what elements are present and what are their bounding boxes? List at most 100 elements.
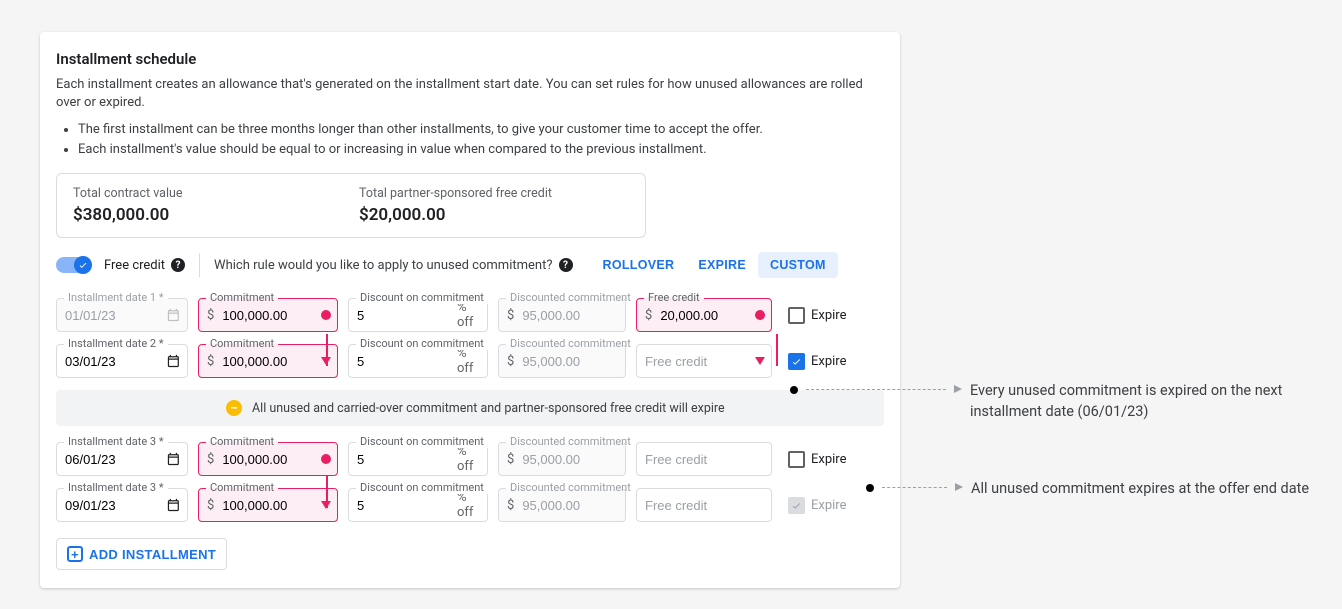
date-input[interactable] [57,308,166,323]
free-credit-field[interactable]: Free credit $ [636,298,772,332]
date-label: Installment date 1 * [64,291,168,304]
discounted-commitment-field: Discounted commitment $ [498,298,626,332]
total-contract-label: Total contract value [73,186,343,201]
expire-checkbox[interactable] [788,307,805,324]
installment-row: Installment date 1 * Commitment $ Discou… [56,292,884,338]
plus-icon: + [67,546,83,562]
date-label: Installment date 3 * [64,481,168,494]
help-icon[interactable]: ? [171,258,185,272]
annotation-line [806,389,946,390]
calendar-icon [166,496,181,514]
discount-input[interactable] [349,354,457,369]
expire-control[interactable]: Expire [788,451,846,468]
date-label: Installment date 3 * [64,435,168,448]
free-credit-input[interactable] [652,308,771,323]
divider [199,253,200,277]
date-input[interactable] [57,354,166,369]
free-credit-field[interactable] [636,488,772,522]
expire-control[interactable]: Expire [788,307,846,324]
pct-off-suffix: % off [457,490,487,520]
highlight-line [776,334,778,366]
currency-prefix: $ [637,308,652,323]
expire-checkbox[interactable] [788,353,805,370]
installment-date-field[interactable]: Installment date 1 * [56,298,188,332]
free-credit-input[interactable] [637,354,771,369]
highlight-line [326,476,328,508]
highlight-dot-icon [321,454,331,464]
discount-field[interactable]: Discount on commitment % off [348,298,488,332]
commitment-field[interactable]: Commitment $ [198,442,338,476]
commitment-input[interactable] [214,354,337,369]
commitment-input[interactable] [214,308,337,323]
annotation: All unused commitment expires at the off… [866,478,1309,499]
calendar-icon [166,306,181,324]
expire-control[interactable]: Expire [788,353,846,370]
discount-input[interactable] [349,452,457,467]
highlight-line [326,334,328,366]
commitment-label: Commitment [206,337,278,350]
summary-box: Total contract value $380,000.00 Total p… [56,173,646,238]
discounted-label: Discounted commitment [506,481,635,494]
discount-label: Discount on commitment [356,435,488,448]
help-icon[interactable]: ? [559,258,573,272]
installment-date-field[interactable]: Installment date 2 * [56,344,188,378]
expire-button[interactable]: EXPIRE [686,252,758,278]
free-credit-field[interactable] [636,344,772,378]
discounted-input [514,308,625,323]
commitment-input[interactable] [214,452,337,467]
check-icon [78,260,88,270]
currency-prefix: $ [499,354,514,369]
total-freecredit-value: $20,000.00 [359,205,629,225]
date-label: Installment date 2 * [64,337,168,350]
total-freecredit-label: Total partner-sponsored free credit [359,186,629,201]
card-title: Installment schedule [56,50,884,68]
commitment-label: Commitment [206,481,278,494]
free-credit-input[interactable] [637,452,771,467]
rule-bar: Free credit ? Which rule would you like … [56,252,884,278]
expire-checkbox [788,497,805,514]
commitment-input[interactable] [214,498,337,513]
free-credit-input[interactable] [637,498,771,513]
currency-prefix: $ [499,498,514,513]
installment-date-field[interactable]: Installment date 3 * [56,442,188,476]
installment-date-field[interactable]: Installment date 3 * [56,488,188,522]
discount-label: Discount on commitment [356,337,488,350]
annotation-bullet-icon [866,484,874,492]
calendar-icon [166,352,181,370]
add-installment-button[interactable]: + ADD INSTALLMENT [56,538,227,570]
commitment-field[interactable]: Commitment $ [198,488,338,522]
expire-checkbox[interactable] [788,451,805,468]
commitment-field[interactable]: Commitment $ [198,344,338,378]
note-item: Each installment's value should be equal… [78,140,884,160]
discount-field[interactable]: Discount on commitment % off [348,442,488,476]
discount-label: Discount on commitment [356,481,488,494]
discounted-input [514,354,625,369]
banner-text: All unused and carried-over commitment a… [252,401,725,416]
date-input[interactable] [57,498,166,513]
free-credit-toggle[interactable] [56,257,90,273]
expire-banner: – All unused and carried-over commitment… [56,390,884,426]
discount-input[interactable] [349,498,457,513]
notes-list: The first installment can be three month… [56,120,884,159]
calendar-icon [166,450,181,468]
discount-field[interactable]: Discount on commitment % off [348,488,488,522]
commitment-field[interactable]: Commitment $ [198,298,338,332]
discounted-commitment-field: Discounted commitment $ [498,442,626,476]
rollover-button[interactable]: ROLLOVER [591,252,687,278]
discounted-input [514,452,625,467]
installment-rows: Installment date 1 * Commitment $ Discou… [56,292,884,528]
free-credit-field[interactable] [636,442,772,476]
annotation: Every unused commitment is expired on th… [790,380,1330,422]
discount-field[interactable]: Discount on commitment % off [348,344,488,378]
discounted-label: Discounted commitment [506,435,635,448]
installment-row: Installment date 2 * Commitment $ Discou… [56,338,884,384]
expire-label: Expire [811,452,846,467]
discounted-commitment-field: Discounted commitment $ [498,344,626,378]
commitment-label: Commitment [206,291,278,304]
discount-input[interactable] [349,308,457,323]
annotation-arrow-icon [954,385,962,393]
custom-button[interactable]: CUSTOM [758,252,838,278]
installment-row: Installment date 3 * Commitment $ Discou… [56,482,884,528]
date-input[interactable] [57,452,166,467]
discount-label: Discount on commitment [356,291,488,304]
